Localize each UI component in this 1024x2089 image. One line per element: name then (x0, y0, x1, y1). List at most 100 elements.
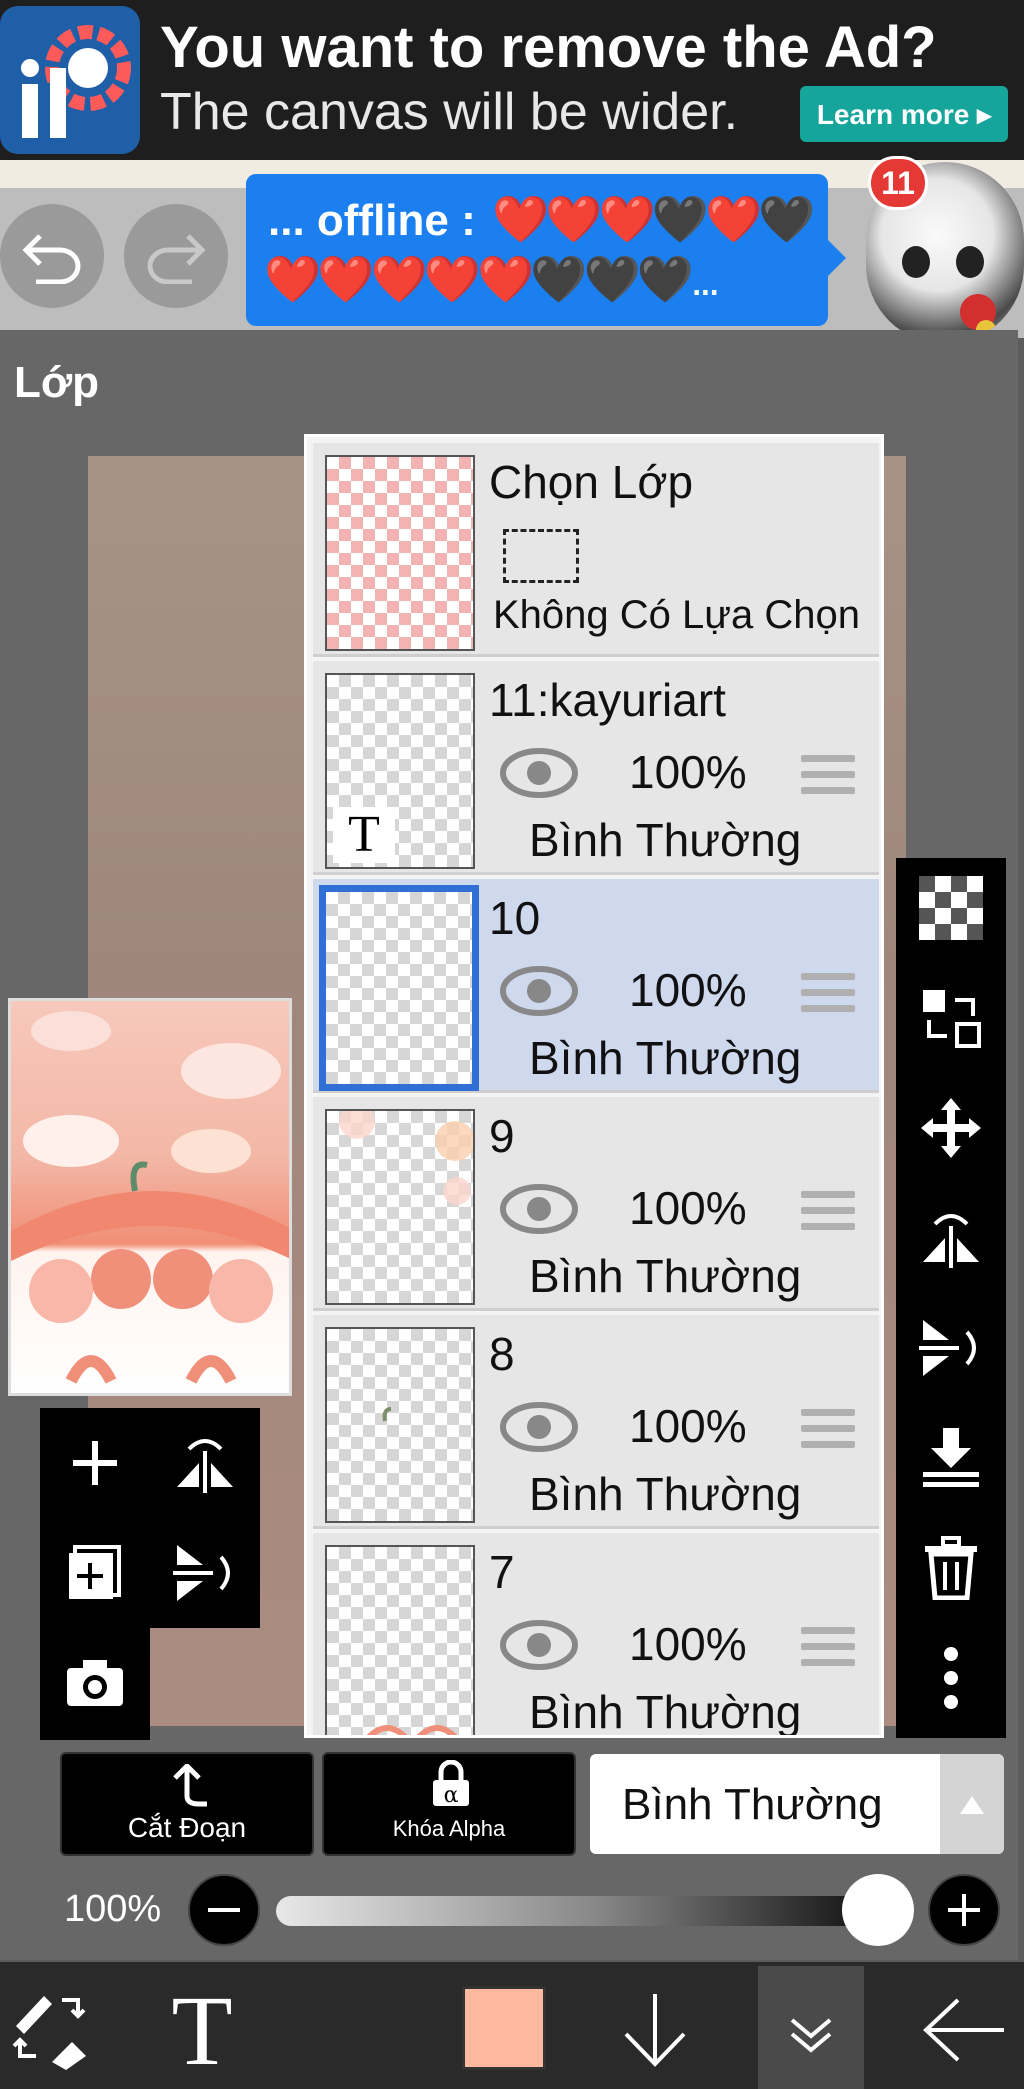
selection-layer-row[interactable]: Chọn Lớp Không Có Lựa Chọn (313, 443, 879, 657)
alpha-lock-label: Khóa Alpha (392, 1816, 506, 1841)
layer-blend-mode: Bình Thường (529, 1686, 802, 1738)
lock-icon: α (433, 1760, 469, 1808)
flip-canvas-vertical-button[interactable] (150, 1518, 260, 1628)
duplicate-layer-button[interactable] (40, 1518, 150, 1628)
eye-icon[interactable] (499, 1617, 579, 1673)
collapse-panel-button[interactable] (778, 2000, 844, 2060)
clip-arrow-icon (173, 1764, 207, 1807)
merge-down-button[interactable] (896, 1408, 1006, 1508)
layer-thumbnail (325, 1109, 475, 1305)
swap-layer-button[interactable] (896, 968, 1006, 1068)
layer-row-11[interactable]: T 11:kayuriart 100% Bình Thường (313, 661, 879, 875)
layer-actions-toolbar (896, 858, 1006, 1738)
trash-icon (925, 1536, 977, 1600)
eye-icon[interactable] (499, 745, 579, 801)
layer-thumbnail (325, 1545, 475, 1735)
flip-horizontal-button[interactable] (896, 1188, 1006, 1288)
redo-icon (147, 234, 206, 284)
ad-subtitle: The canvas will be wider. (160, 83, 739, 141)
layer-row-9[interactable]: 9 100% Bình Thường (313, 1097, 879, 1311)
layer-blend-mode: Bình Thường (529, 1032, 802, 1084)
flip-vertical-icon (919, 1320, 976, 1376)
move-layer-button[interactable] (896, 1078, 1006, 1178)
flip-canvas-horizontal-button[interactable] (150, 1408, 260, 1518)
layer-list[interactable]: Chọn Lớp Không Có Lựa Chọn T 11:kayuriar… (304, 434, 884, 1738)
selection-thumbnail (325, 455, 475, 651)
blend-mode-select[interactable]: Bình Thường (590, 1754, 1004, 1854)
layer-name: 11:kayuriart (489, 674, 726, 726)
panel-title: Lớp (14, 358, 100, 407)
learn-more-button[interactable]: Learn more ▸ (800, 86, 1008, 142)
import-photo-button[interactable] (40, 1628, 150, 1738)
transparency-icon (919, 876, 983, 940)
drag-handle-icon[interactable] (801, 1191, 855, 1235)
opacity-decrease-button[interactable] (188, 1874, 260, 1946)
selection-marquee-icon (503, 529, 579, 583)
text-tool-button[interactable]: T (160, 1975, 244, 2086)
scroll-down-button[interactable] (620, 1990, 690, 2070)
chevron-double-down-icon (790, 2018, 832, 2053)
tool-switch-button[interactable] (8, 1986, 92, 2070)
add-layer-button[interactable] (40, 1408, 150, 1518)
layer-blend-mode: Bình Thường (529, 1468, 802, 1520)
text-layer-marker: T (333, 807, 395, 863)
opacity-slider[interactable] (276, 1896, 914, 1926)
hearts-row-2: ❤️❤️❤️❤️❤️🖤🖤🖤... (264, 253, 721, 305)
layer-opacity: 100% (629, 1618, 747, 1670)
ad-banner[interactable]: You want to remove the Ad? The canvas wi… (0, 0, 1024, 160)
clipping-button[interactable]: Cắt Đoạn (60, 1752, 314, 1856)
undo-button[interactable] (0, 204, 104, 308)
camera-icon (67, 1660, 123, 1706)
layer-blend-mode: Bình Thường (529, 814, 802, 866)
selection-status: Không Có Lựa Chọn (493, 593, 861, 637)
back-button[interactable] (920, 1990, 1010, 2070)
drag-handle-icon[interactable] (801, 755, 855, 799)
alpha-lock-button[interactable]: α Khóa Alpha (322, 1752, 576, 1856)
layer-row-8[interactable]: 8 100% Bình Thường (313, 1315, 879, 1529)
blend-dropdown-button[interactable] (940, 1754, 1004, 1854)
app-logo-icon (0, 6, 140, 154)
notification-badge: 11 (868, 156, 928, 210)
canvas-preview[interactable] (8, 998, 292, 1396)
offline-label: ... offline : (268, 196, 476, 245)
undo-icon (22, 234, 81, 284)
layer-name: 10 (489, 892, 541, 944)
color-swatch[interactable] (462, 1986, 546, 2070)
eye-icon[interactable] (499, 1399, 579, 1455)
more-icon (944, 1647, 958, 1709)
offline-status-bubble[interactable]: ... offline : ❤️❤️❤️🖤❤️🖤 ❤️❤️❤️❤️❤️🖤🖤🖤..… (246, 174, 828, 326)
layer-create-tools (40, 1408, 260, 1628)
opacity-slider-knob[interactable] (842, 1874, 914, 1946)
svg-text:α: α (444, 1783, 459, 1808)
redo-button[interactable] (124, 204, 228, 308)
selection-layer-name: Chọn Lớp (489, 456, 694, 508)
brush-eraser-icon (12, 1996, 86, 2070)
eye-icon[interactable] (499, 1181, 579, 1237)
layer-thumbnail: T (325, 673, 475, 869)
drag-handle-icon[interactable] (801, 1627, 855, 1671)
opacity-label: 100% (64, 1888, 162, 1930)
add-layer-icon (73, 1441, 117, 1485)
drag-handle-icon[interactable] (801, 1409, 855, 1453)
layer-name: 7 (489, 1546, 515, 1598)
layer-opacity: 100% (629, 1400, 747, 1452)
layer-opacity: 100% (629, 746, 747, 798)
layer-name: 9 (489, 1110, 515, 1162)
transparency-button[interactable] (896, 858, 1006, 958)
flip-horizontal-icon (923, 1214, 979, 1268)
more-options-button[interactable] (896, 1628, 1006, 1728)
eye-icon[interactable] (499, 963, 579, 1019)
layer-opacity: 100% (629, 1182, 747, 1234)
delete-layer-button[interactable] (896, 1518, 1006, 1618)
drag-handle-icon[interactable] (801, 973, 855, 1017)
layer-thumbnail (325, 1327, 475, 1523)
layer-name: 8 (489, 1328, 515, 1380)
opacity-increase-button[interactable] (928, 1874, 1000, 1946)
layer-row-7[interactable]: 7 100% Bình Thường (313, 1533, 879, 1738)
layer-opacity: 100% (629, 964, 747, 1016)
layer-row-10[interactable]: 10 100% Bình Thường (313, 879, 879, 1093)
svg-text:T: T (171, 1980, 232, 2076)
flip-vertical-button[interactable] (896, 1298, 1006, 1398)
camera-tool (40, 1628, 150, 1740)
clipping-label: Cắt Đoạn (127, 1812, 247, 1843)
